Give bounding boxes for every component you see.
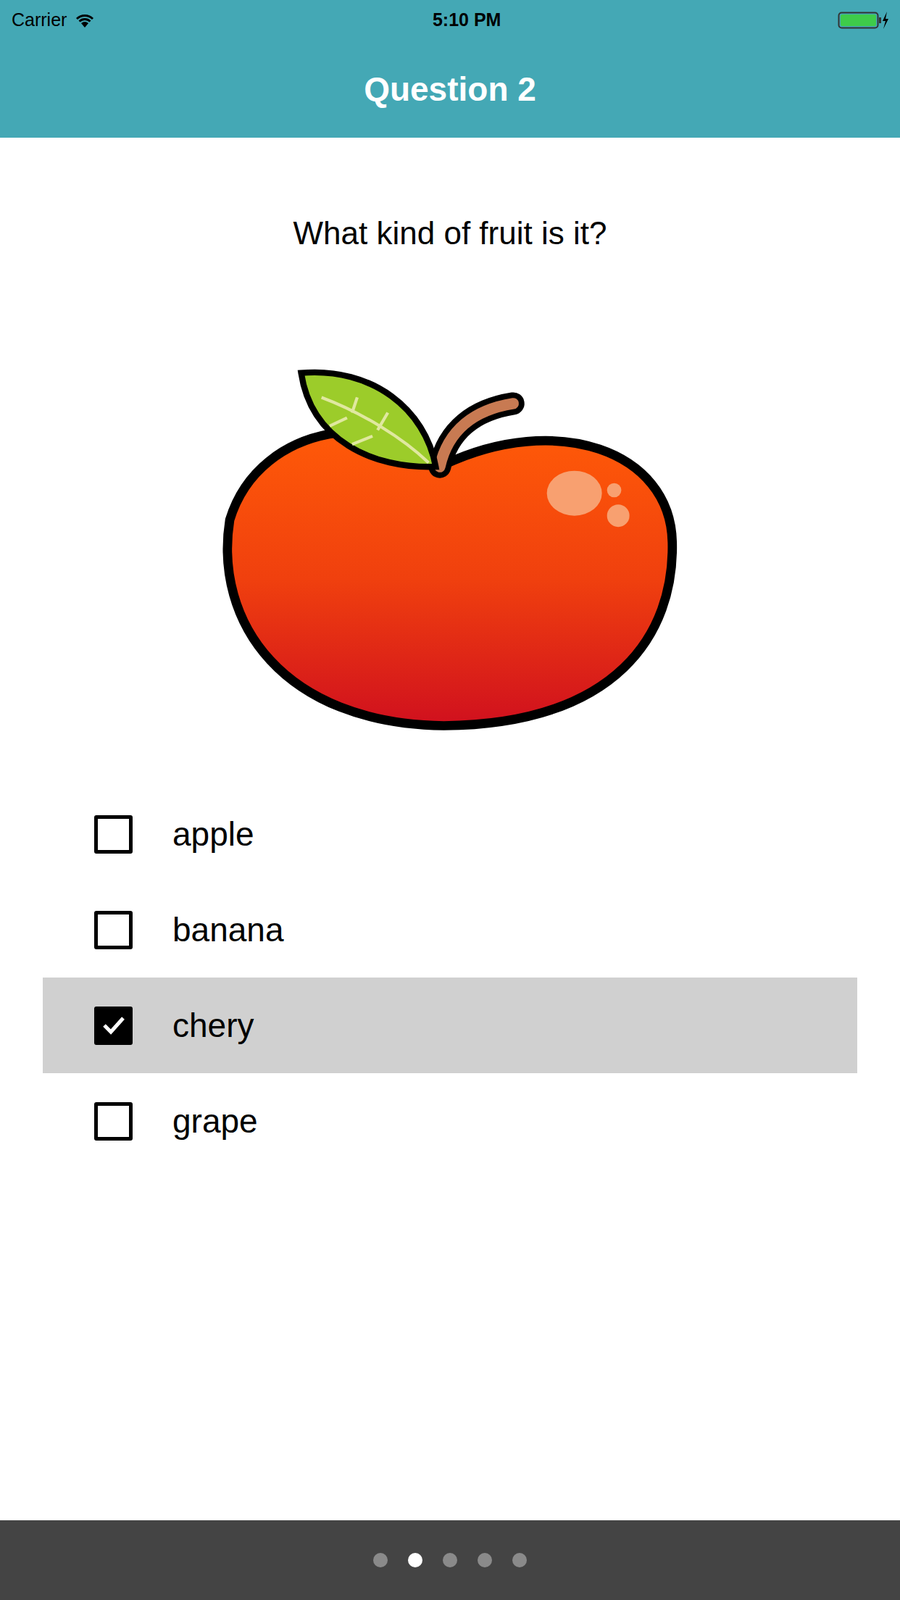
carrier-group: Carrier (11, 6, 96, 35)
option-row[interactable]: grape (42, 1073, 858, 1169)
checkbox[interactable] (94, 1102, 133, 1141)
option-row[interactable]: banana (42, 881, 858, 978)
page-dot[interactable] (442, 1552, 458, 1568)
clock: 5:10 PM (432, 6, 501, 35)
checkbox[interactable] (94, 815, 133, 854)
top-bar: Carrier 5:10 PM Question 2 (0, 0, 900, 138)
header-title: Question 2 (363, 72, 537, 106)
option-label: grape (172, 1100, 258, 1142)
question-text: What kind of fruit is it? (293, 213, 608, 254)
apple-icon (0, 366, 900, 735)
page-dot[interactable] (407, 1552, 423, 1568)
page-indicator (0, 1520, 900, 1600)
page-dot[interactable] (373, 1552, 388, 1568)
question-area: What kind of fruit is it? (0, 137, 900, 254)
status-bar: Carrier 5:10 PM (0, 0, 900, 41)
option-label: banana (172, 909, 285, 950)
option-label: chery (172, 1005, 254, 1046)
carrier-label: Carrier (11, 6, 67, 35)
checkbox[interactable] (94, 1006, 133, 1045)
page-dot[interactable] (512, 1552, 527, 1568)
header: Question 2 (0, 40, 900, 138)
check-icon (100, 1012, 127, 1039)
wifi-icon (73, 11, 96, 29)
option-list: apple banana chery grape (42, 786, 858, 1169)
option-label: apple (172, 813, 255, 855)
option-row[interactable]: chery (42, 977, 858, 1074)
checkbox[interactable] (94, 910, 133, 950)
option-row[interactable]: apple (42, 786, 858, 882)
page-dot[interactable] (477, 1552, 493, 1568)
battery-icon (837, 10, 889, 31)
